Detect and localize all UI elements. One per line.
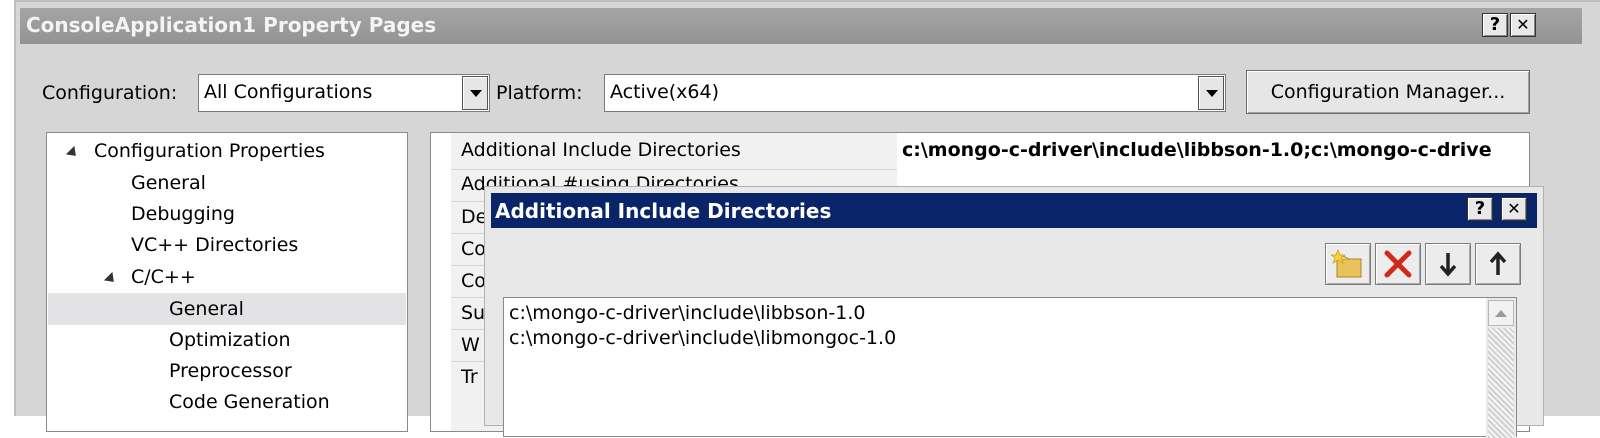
property-name-cell[interactable]: Co: [461, 238, 486, 260]
chevron-down-icon[interactable]: [462, 76, 488, 110]
scrollbar-track[interactable]: [1488, 328, 1514, 438]
configuration-value: All Configurations: [204, 81, 373, 103]
platform-label: Platform:: [496, 82, 583, 104]
dialog-close-button[interactable]: ✕: [1501, 197, 1527, 221]
arrow-down-icon: [1439, 253, 1457, 277]
new-line-button[interactable]: [1325, 243, 1371, 285]
tree-item-optimization[interactable]: Optimization: [169, 326, 291, 354]
property-value-cell[interactable]: c:\mongo-c-driver\include\libbson-1.0;c:…: [902, 139, 1526, 161]
tree-item-label: Optimization: [169, 329, 291, 351]
collapse-triangle-icon[interactable]: [103, 271, 119, 287]
additional-include-directories-dialog: Additional Include Directories ? ✕ c:\mo…: [484, 186, 1544, 438]
tree-item-debugging[interactable]: Debugging: [131, 200, 235, 228]
list-item[interactable]: c:\mongo-c-driver\include\libmongoc-1.0: [509, 327, 896, 349]
window-titlebar: ConsoleApplication1 Property Pages ? ✕: [20, 8, 1582, 44]
tree-item-general[interactable]: General: [131, 169, 206, 197]
property-tree: Configuration Properties General Debuggi…: [46, 132, 408, 432]
configuration-dropdown[interactable]: All Configurations: [198, 74, 490, 112]
new-folder-icon: [1331, 249, 1362, 278]
chevron-down-icon[interactable]: [1198, 76, 1224, 110]
delete-line-button[interactable]: [1375, 243, 1421, 285]
arrow-up-icon: [1489, 251, 1507, 275]
tree-item-vc-directories[interactable]: VC++ Directories: [131, 231, 298, 259]
close-button[interactable]: ✕: [1510, 13, 1536, 37]
property-name-cell[interactable]: Tr: [461, 366, 478, 388]
dialog-help-button[interactable]: ?: [1467, 197, 1493, 221]
list-item[interactable]: c:\mongo-c-driver\include\libbson-1.0: [509, 302, 865, 324]
dialog-titlebar: Additional Include Directories ? ✕: [491, 193, 1537, 228]
platform-value: Active(x64): [610, 81, 720, 103]
tree-item-code-generation[interactable]: Code Generation: [169, 388, 330, 416]
tree-item-label: Code Generation: [169, 391, 330, 413]
property-name-cell[interactable]: W: [461, 334, 480, 356]
tree-item-label: Debugging: [131, 203, 235, 225]
vertical-scrollbar[interactable]: [1486, 298, 1516, 438]
move-up-button[interactable]: [1475, 243, 1521, 285]
tree-item-label: C/C++: [131, 266, 196, 288]
configuration-manager-button[interactable]: Configuration Manager...: [1246, 70, 1530, 114]
property-name-cell[interactable]: Su: [461, 302, 485, 324]
directory-list[interactable]: c:\mongo-c-driver\include\libbson-1.0 c:…: [503, 297, 1517, 438]
tree-item-preprocessor[interactable]: Preprocessor: [169, 357, 292, 385]
tree-item-cpp-general[interactable]: General: [169, 295, 244, 323]
delete-x-icon: [1384, 250, 1412, 278]
tree-item-label: Preprocessor: [169, 360, 292, 382]
property-name-cell[interactable]: Additional Include Directories: [461, 139, 741, 161]
scroll-up-button[interactable]: [1488, 300, 1514, 326]
tree-item-label: Configuration Properties: [94, 140, 325, 162]
tree-item-label: VC++ Directories: [131, 234, 299, 256]
property-name-cell[interactable]: Co: [461, 270, 486, 292]
grid-divider: [451, 169, 897, 170]
move-down-button[interactable]: [1425, 243, 1471, 285]
tree-item-label: General: [131, 172, 206, 194]
help-button[interactable]: ?: [1482, 13, 1508, 37]
configuration-label: Configuration:: [42, 82, 178, 104]
collapse-triangle-icon[interactable]: [65, 145, 81, 161]
platform-dropdown[interactable]: Active(x64): [604, 74, 1226, 112]
dialog-title: Additional Include Directories: [495, 199, 832, 223]
window-title: ConsoleApplication1 Property Pages: [26, 13, 437, 37]
tree-item-label: General: [169, 298, 244, 320]
